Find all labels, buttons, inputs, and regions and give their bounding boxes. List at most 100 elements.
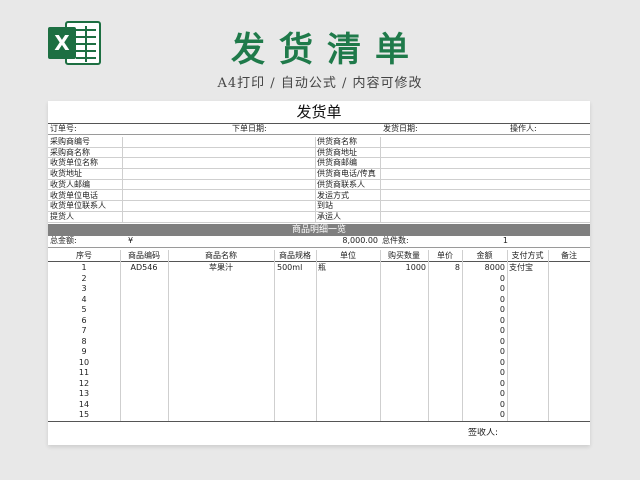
info-left-label: 收货单位联系人 <box>50 201 106 211</box>
ship-date-label: 发货日期: <box>383 124 418 133</box>
total-amount-label: 总金额: <box>50 236 77 245</box>
info-left-label: 收货地址 <box>50 169 82 179</box>
table-row: 60 <box>48 316 590 327</box>
info-row: 收货地址 供货商电话/传真 <box>48 169 590 180</box>
header-banner: X 发货清单 A4打印 / 自动公式 / 内容可修改 <box>0 0 640 98</box>
table-row: 15 0 <box>48 410 590 421</box>
grid-divider <box>380 137 381 223</box>
column-header: 支付方式 <box>511 251 544 260</box>
table-bottom-border <box>48 420 590 422</box>
row-number: 13 <box>78 389 90 398</box>
item-amount: 0 <box>499 378 505 388</box>
info-left-label: 收货人邮编 <box>50 179 90 189</box>
total-amount-value: 8,000.00 <box>342 236 378 245</box>
row-number: 11 <box>78 368 90 377</box>
item-amount: 0 <box>499 410 505 419</box>
table-row: 12 0 <box>48 379 590 390</box>
row-number: 1 <box>81 263 87 272</box>
item-name: 苹果汁 <box>209 263 233 272</box>
row-number: 8 <box>81 336 87 346</box>
item-amount: 0 <box>499 399 505 409</box>
info-left-label: 收货单位名称 <box>50 158 98 168</box>
item-qty: 1000 <box>405 263 426 272</box>
table-row: 20 <box>48 274 590 285</box>
item-amount: 0 <box>499 357 505 367</box>
info-row: 收货单位联系人 到站 <box>48 201 590 212</box>
table-row: 1 AD546 苹果汁 500ml 瓶 1000 8 8000 支付宝 <box>48 263 590 274</box>
operator-label: 操作人: <box>510 124 537 133</box>
total-row: 总金额: ¥ 8,000.00 总件数: 1 <box>48 236 590 248</box>
column-divider <box>316 250 317 421</box>
info-right-label: 供货商电话/传真 <box>317 169 376 179</box>
column-header: 金额 <box>476 251 493 260</box>
column-divider <box>120 250 121 421</box>
signer-label: 签收人: <box>468 428 499 438</box>
row-number: 2 <box>81 273 87 283</box>
sheet-title: 发货单 <box>296 103 342 121</box>
row-number: 7 <box>81 326 87 335</box>
item-payment: 支付宝 <box>509 263 533 272</box>
total-count-label: 总件数: <box>382 236 409 245</box>
row-number: 4 <box>81 294 87 304</box>
column-header: 备注 <box>561 251 577 260</box>
grid-divider <box>315 137 316 223</box>
row-number: 6 <box>81 315 87 325</box>
table-row: 90 <box>48 347 590 358</box>
info-right-label: 供货商邮编 <box>317 158 357 168</box>
column-header: 商品名称 <box>205 251 237 260</box>
item-spec: 500ml <box>277 263 303 272</box>
info-row: 提货人 承运人 <box>48 212 590 223</box>
item-amount: 0 <box>499 305 505 314</box>
item-amount: 0 <box>499 273 505 283</box>
signature-row: 签收人: <box>48 428 590 440</box>
column-header: 商品规格 <box>279 251 311 260</box>
info-left-label: 采购商编号 <box>50 137 90 146</box>
item-amount: 0 <box>499 326 505 335</box>
currency-symbol: ¥ <box>128 236 134 245</box>
column-header: 单位 <box>340 251 356 260</box>
item-amount: 0 <box>499 389 505 398</box>
column-divider <box>428 250 429 421</box>
table-row: 80 <box>48 337 590 348</box>
item-unit: 瓶 <box>318 263 326 272</box>
table-row: 50 <box>48 305 590 316</box>
item-amount: 0 <box>499 315 505 325</box>
total-count-value: 1 <box>502 236 508 245</box>
banner-title: 发货清单 <box>231 30 423 70</box>
order-date-label: 下单日期: <box>232 124 267 133</box>
row-number: 5 <box>81 305 87 314</box>
item-amount: 0 <box>499 284 505 293</box>
column-divider <box>507 250 508 421</box>
row-number: 10 <box>78 357 90 367</box>
info-right-label: 供货商名称 <box>317 137 357 146</box>
column-header: 购买数量 <box>388 251 420 260</box>
table-row: 30 <box>48 284 590 295</box>
row-number: 9 <box>81 347 87 356</box>
column-divider <box>168 250 169 421</box>
info-right-label: 发运方式 <box>317 190 349 200</box>
column-divider <box>548 250 549 421</box>
table-header: 序号 商品编码 商品名称 商品规格 单位 购买数量 单价 金额 支付方式 备注 <box>48 250 590 262</box>
item-amount: 0 <box>499 294 505 304</box>
row-number: 14 <box>78 399 90 409</box>
table-row: 40 <box>48 295 590 306</box>
row-number: 15 <box>78 410 90 419</box>
spreadsheet-page: 发货单 订单号: 下单日期: 发货日期: 操作人: 采购商编号 供货商名称 采购商名… <box>48 101 590 445</box>
column-divider <box>462 250 463 421</box>
item-amount: 8000 <box>484 263 505 272</box>
info-right-label: 供货商地址 <box>317 147 357 157</box>
item-price: 8 <box>454 263 460 272</box>
info-right-label: 到站 <box>317 201 333 211</box>
info-left-label: 收货单位电话 <box>50 190 98 200</box>
table-row: 10 0 <box>48 358 590 369</box>
info-left-label: 提货人 <box>50 211 74 221</box>
order-info-row: 订单号: 下单日期: 发货日期: 操作人: <box>48 123 590 135</box>
info-right-label: 供货商联系人 <box>317 179 365 189</box>
column-header: 商品编码 <box>128 251 160 260</box>
item-amount: 0 <box>499 347 505 356</box>
grid-divider <box>122 137 123 223</box>
banner-subtitle: A4打印 / 自动公式 / 内容可修改 <box>217 76 423 91</box>
column-header: 序号 <box>76 251 92 260</box>
row-number: 12 <box>78 378 90 388</box>
info-row: 收货人邮编 供货商联系人 <box>48 180 590 191</box>
